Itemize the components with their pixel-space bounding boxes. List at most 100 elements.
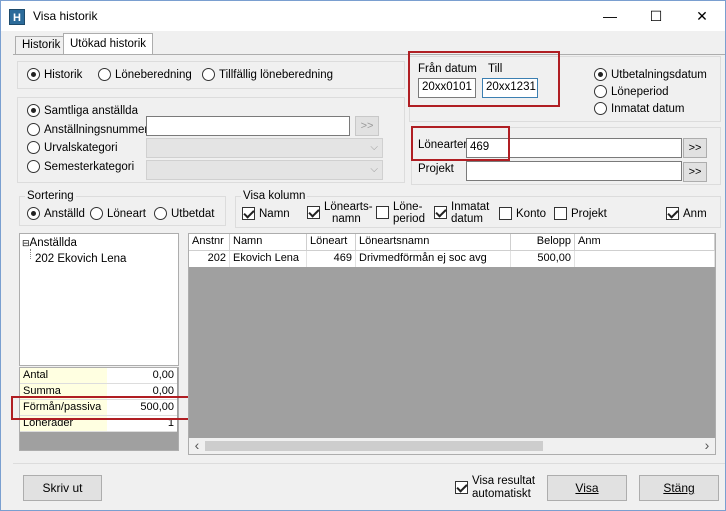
minimize-icon[interactable]: — [587, 1, 633, 31]
projekt-label: Projekt [418, 163, 454, 175]
radio-samtliga-label: Samtliga anställda [44, 104, 138, 117]
radio-dot-icon [27, 68, 40, 81]
radio-circle-icon [594, 102, 607, 115]
check-konto-label: Konto [516, 207, 547, 220]
chevron-down-icon: ⌵ [370, 164, 378, 175]
radio-circle-icon [90, 207, 103, 220]
radio-anstallningsnummer[interactable]: Anställningsnummer [27, 123, 148, 136]
check-loneperiod[interactable]: Löne- period [376, 201, 425, 225]
tree-root[interactable]: ⊟Anställda [22, 237, 77, 249]
radio-sort-utbetdat[interactable]: Utbetdat [154, 207, 214, 220]
check-loneartsnamn-line1: Lönearts- [324, 201, 373, 213]
chevron-down-icon: ⌵ [370, 142, 378, 153]
checkbox-empty-icon [554, 207, 567, 220]
column-header-loneartsnamn[interactable]: Löneartsnamn [356, 234, 511, 251]
column-header-anstnr[interactable]: Anstnr [189, 234, 230, 251]
radio-circle-icon [27, 123, 40, 136]
radio-urvalskategori[interactable]: Urvalskategori [27, 141, 118, 154]
check-projekt[interactable]: Projekt [554, 207, 607, 220]
radio-tillfallig-label: Tillfällig löneberedning [219, 68, 334, 81]
radio-dot-icon [594, 68, 607, 81]
radio-loneberedning[interactable]: Löneberedning [98, 68, 192, 81]
check-loneperiod-line2: period [393, 213, 425, 225]
radio-sort-loneart[interactable]: Löneart [90, 207, 146, 220]
anstallningsnummer-input[interactable] [146, 116, 350, 136]
radio-semesterkategori-label: Semesterkategori [44, 160, 135, 173]
radio-circle-icon [98, 68, 111, 81]
summary-value-antal: 0,00 [107, 368, 177, 384]
close-icon[interactable]: ✕ [679, 1, 725, 31]
radio-dot-icon [27, 104, 40, 117]
check-inmatat-label: Inmatat datum [451, 201, 489, 225]
radio-sort-anstalld-label: Anställd [44, 207, 85, 220]
anstallningsnummer-browse-button[interactable]: >> [355, 116, 379, 136]
cell-loneart: 469 [307, 251, 356, 267]
check-auto-show[interactable]: Visa resultat automatiskt [455, 475, 535, 501]
checkbox-empty-icon [376, 206, 389, 219]
projekt-browse-button[interactable]: >> [683, 162, 707, 182]
check-namn-label: Namn [259, 207, 290, 220]
auto-show-line2: automatiskt [472, 488, 531, 500]
urvalskategori-select[interactable]: ⌵ [146, 138, 383, 158]
tab-divider [13, 54, 725, 55]
cell-anm [575, 251, 715, 267]
radio-historik[interactable]: Historik [27, 68, 82, 81]
checkmark-icon [455, 481, 468, 494]
main-window: H Visa historik — ☐ ✕ Historik Utökad hi… [0, 0, 726, 511]
radio-inmatat-datum[interactable]: Inmatat datum [594, 102, 685, 115]
check-loneartsnamn-line2: namn [332, 213, 361, 225]
visa-button[interactable]: Visa [547, 475, 627, 501]
radio-urvalskategori-label: Urvalskategori [44, 141, 118, 154]
semesterkategori-select[interactable]: ⌵ [146, 160, 383, 180]
check-namn[interactable]: Namn [242, 207, 290, 220]
date-highlight-box [408, 51, 560, 107]
scroll-right-icon[interactable]: › [701, 437, 713, 453]
radio-semesterkategori[interactable]: Semesterkategori [27, 160, 134, 173]
lonearter-highlight-box [411, 126, 510, 161]
column-header-namn[interactable]: Namn [230, 234, 307, 251]
tree-node-employee[interactable]: 202 Ekovich Lena [35, 253, 126, 265]
lonearter-browse-button[interactable]: >> [683, 138, 707, 158]
radio-circle-icon [27, 160, 40, 173]
stang-button[interactable]: Stäng [639, 475, 719, 501]
radio-sort-anstalld[interactable]: Anställd [27, 207, 85, 220]
check-anm[interactable]: Anm [666, 207, 707, 220]
cell-namn: Ekovich Lena [230, 251, 307, 267]
check-loneartsnamn-label: Lönearts- namn [324, 201, 373, 225]
checkmark-icon [434, 206, 447, 219]
projekt-input[interactable] [466, 161, 682, 181]
checkmark-icon [307, 206, 320, 219]
cell-loneartsnamn: Drivmedförmån ej soc avg [356, 251, 511, 267]
radio-utbetalningsdatum[interactable]: Utbetalningsdatum [594, 68, 707, 81]
app-icon: H [9, 9, 25, 25]
maximize-icon[interactable]: ☐ [633, 1, 679, 31]
tab-utokad-historik[interactable]: Utökad historik [63, 33, 154, 55]
checkbox-empty-icon [499, 207, 512, 220]
check-auto-show-label: Visa resultat automatiskt [472, 475, 535, 501]
forman-highlight-box [11, 396, 193, 420]
radio-loneperiod-label: Löneperiod [611, 85, 669, 98]
checkmark-icon [666, 207, 679, 220]
radio-samtliga[interactable]: Samtliga anställda [27, 104, 138, 117]
print-button[interactable]: Skriv ut [23, 475, 102, 501]
column-header-loneart[interactable]: Löneart [307, 234, 356, 251]
radio-tillfallig[interactable]: Tillfällig löneberedning [202, 68, 333, 81]
column-header-anm[interactable]: Anm [575, 234, 715, 251]
scroll-left-icon[interactable]: ‹ [191, 437, 203, 453]
tab-historik[interactable]: Historik [15, 36, 68, 55]
check-loneartsnamn[interactable]: Lönearts- namn [307, 201, 373, 225]
title-bar: H Visa historik — ☐ ✕ [1, 1, 725, 31]
check-konto[interactable]: Konto [499, 207, 546, 220]
radio-historik-label: Historik [44, 68, 83, 81]
check-inmatat-line2: datum [451, 213, 483, 225]
check-inmatat-datum[interactable]: Inmatat datum [434, 201, 489, 225]
check-anm-label: Anm [683, 207, 707, 220]
tree-line [30, 249, 31, 259]
radio-loneberedning-label: Löneberedning [115, 68, 192, 81]
collapse-icon[interactable]: ⊟ [22, 238, 30, 248]
radio-sort-utbetdat-label: Utbetdat [171, 207, 215, 220]
column-header-belopp[interactable]: Belopp [511, 234, 575, 251]
radio-circle-icon [154, 207, 167, 220]
radio-loneperiod[interactable]: Löneperiod [594, 85, 669, 98]
scroll-thumb[interactable] [205, 441, 543, 451]
